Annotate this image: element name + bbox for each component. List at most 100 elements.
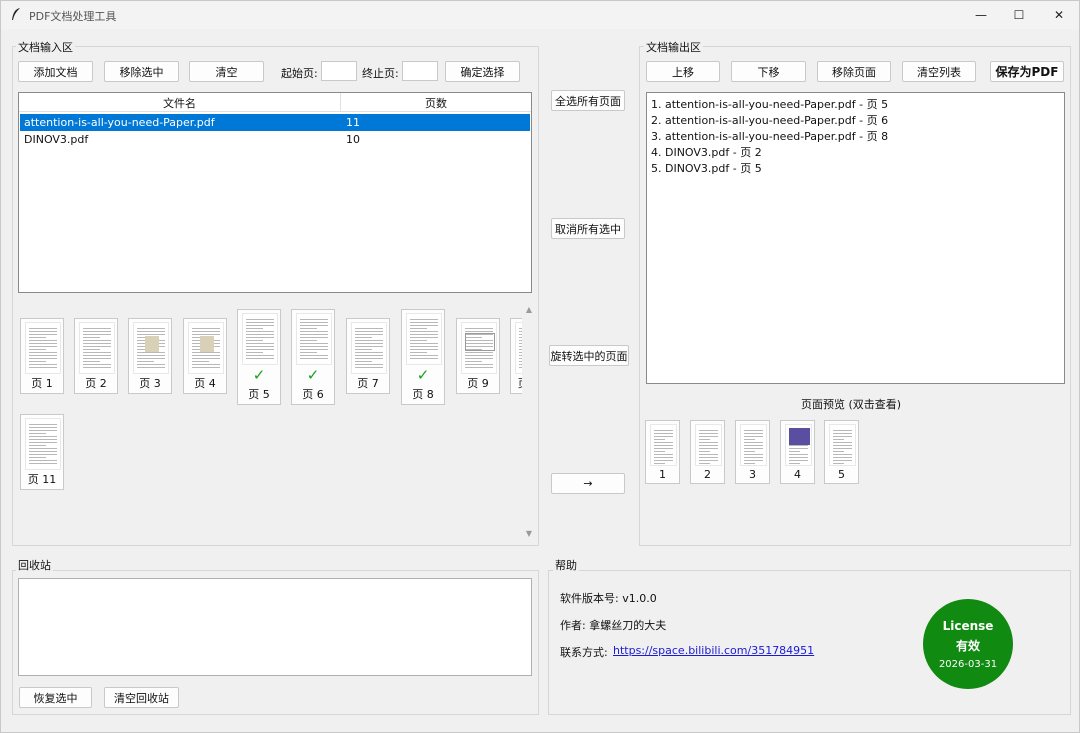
- page-thumbnail[interactable]: 页 7: [346, 318, 390, 394]
- page-thumbnail[interactable]: 页 2: [74, 318, 118, 394]
- preview-thumbnail[interactable]: 3: [735, 420, 770, 484]
- text-line: [300, 322, 328, 323]
- text-line: [833, 460, 852, 461]
- move-down-button[interactable]: 下移: [731, 61, 806, 82]
- page-thumbnail[interactable]: 页 9: [456, 318, 500, 394]
- move-up-button[interactable]: 上移: [646, 61, 720, 82]
- output-page-list[interactable]: 1. attention-is-all-you-need-Paper.pdf -…: [646, 92, 1065, 384]
- page-image: [296, 313, 332, 365]
- minimize-button[interactable]: —: [961, 1, 1001, 29]
- text-line: [29, 463, 57, 464]
- add-document-button[interactable]: 添加文档: [18, 61, 93, 82]
- transfer-arrow-button[interactable]: →: [551, 473, 625, 494]
- text-line: [246, 349, 274, 350]
- page-image: [242, 313, 278, 365]
- text-line: [192, 334, 220, 335]
- list-item[interactable]: 2. attention-is-all-you-need-Paper.pdf -…: [651, 112, 888, 128]
- text-line: [744, 454, 763, 455]
- text-line: [654, 436, 673, 437]
- column-header-pages[interactable]: 页数: [341, 93, 531, 112]
- preview-thumbnail[interactable]: 1: [645, 420, 680, 484]
- text-line: [410, 346, 438, 347]
- scroll-down-icon[interactable]: ▼: [523, 529, 535, 538]
- save-pdf-button[interactable]: 保存为PDF: [990, 61, 1064, 82]
- list-item[interactable]: 5. DINOV3.pdf - 页 5: [651, 160, 762, 176]
- page-image: [829, 424, 856, 466]
- recycle-list[interactable]: [18, 578, 532, 676]
- text-line: [300, 334, 328, 335]
- confirm-selection-button[interactable]: 确定选择: [445, 61, 520, 82]
- text-line: [355, 349, 372, 350]
- contact-link[interactable]: https://space.bilibili.com/351784951: [613, 644, 814, 657]
- text-line: [355, 340, 383, 341]
- page-thumbnail-label: 页 9: [467, 377, 489, 390]
- clear-button[interactable]: 清空: [189, 61, 264, 82]
- preview-thumbnail-label: 1: [659, 468, 666, 481]
- table-row[interactable]: DINOV3.pdf 10: [20, 131, 530, 148]
- page-thumbnail[interactable]: ✓ 页 8: [401, 309, 445, 405]
- text-line: [300, 325, 328, 326]
- preview-thumbnail[interactable]: 5: [824, 420, 859, 484]
- page-image: [79, 322, 115, 374]
- app-window: PDF文档处理工具 — ☐ ✕ 文档输入区 添加文档 移除选中 清空 起始页: …: [0, 0, 1080, 733]
- text-line: [744, 430, 763, 431]
- page-thumbnail[interactable]: 页 3: [128, 318, 172, 394]
- remove-page-button[interactable]: 移除页面: [817, 61, 891, 82]
- text-line: [29, 346, 57, 347]
- page-thumbnail[interactable]: 页 1: [20, 318, 64, 394]
- text-line: [654, 433, 673, 434]
- text-line: [699, 463, 710, 464]
- page-image: [133, 322, 169, 374]
- text-line: [465, 352, 493, 353]
- thumbnail-scrollbar[interactable]: ▲ ▼: [523, 303, 535, 541]
- text-line: [29, 442, 57, 443]
- file-table[interactable]: 文件名 页数 attention-is-all-you-need-Paper.p…: [18, 92, 532, 293]
- rotate-selected-button[interactable]: 旋转选中的页面: [549, 345, 629, 366]
- text-line: [192, 367, 220, 368]
- text-line: [355, 364, 383, 365]
- table-row[interactable]: attention-is-all-you-need-Paper.pdf 11: [20, 114, 530, 131]
- text-line: [744, 436, 763, 437]
- preview-thumbnail[interactable]: 4: [780, 420, 815, 484]
- text-line: [83, 328, 111, 329]
- preview-thumbnail[interactable]: 2: [690, 420, 725, 484]
- remove-selected-button[interactable]: 移除选中: [104, 61, 179, 82]
- text-line: [29, 337, 46, 338]
- list-item[interactable]: 1. attention-is-all-you-need-Paper.pdf -…: [651, 96, 888, 112]
- scroll-up-icon[interactable]: ▲: [523, 305, 535, 314]
- column-header-filename[interactable]: 文件名: [19, 93, 341, 112]
- start-page-input[interactable]: [321, 61, 357, 81]
- preview-thumbnail-label: 3: [749, 468, 756, 481]
- page-thumbnail[interactable]: ✓ 页 6: [291, 309, 335, 405]
- clear-recycle-button[interactable]: 清空回收站: [104, 687, 179, 708]
- list-item[interactable]: 4. DINOV3.pdf - 页 2: [651, 144, 762, 160]
- checkmark-icon: ✓: [306, 366, 320, 384]
- page-thumbnail[interactable]: ✓ 页 5: [237, 309, 281, 405]
- text-line: [410, 340, 427, 341]
- select-all-pages-button[interactable]: 全选所有页面: [551, 90, 625, 111]
- end-page-input[interactable]: [402, 61, 438, 81]
- text-line: [519, 343, 522, 344]
- text-line: [300, 352, 317, 353]
- clear-list-button[interactable]: 清空列表: [902, 61, 976, 82]
- contact-label: 联系方式:: [560, 646, 608, 659]
- deselect-all-button[interactable]: 取消所有选中: [551, 218, 625, 239]
- page-thumbnail[interactable]: 页 11: [20, 414, 64, 490]
- restore-selected-button[interactable]: 恢复选中: [19, 687, 92, 708]
- page-image: [351, 322, 387, 374]
- text-line: [29, 436, 57, 437]
- maximize-button[interactable]: ☐: [999, 1, 1039, 29]
- list-item[interactable]: 3. attention-is-all-you-need-Paper.pdf -…: [651, 128, 888, 144]
- text-line: [355, 355, 383, 356]
- page-thumbnail[interactable]: 页 4: [183, 318, 227, 394]
- page-thumbnail-label: 页 7: [357, 377, 379, 390]
- text-line: [465, 355, 493, 356]
- text-line: [465, 364, 493, 365]
- close-button[interactable]: ✕: [1039, 1, 1079, 29]
- license-date: 2026-03-31: [938, 658, 998, 670]
- text-line: [744, 442, 763, 443]
- text-line: [192, 352, 220, 353]
- page-thumbnail[interactable]: 页 10: [510, 318, 522, 394]
- text-line: [410, 319, 438, 320]
- text-line: [833, 433, 852, 434]
